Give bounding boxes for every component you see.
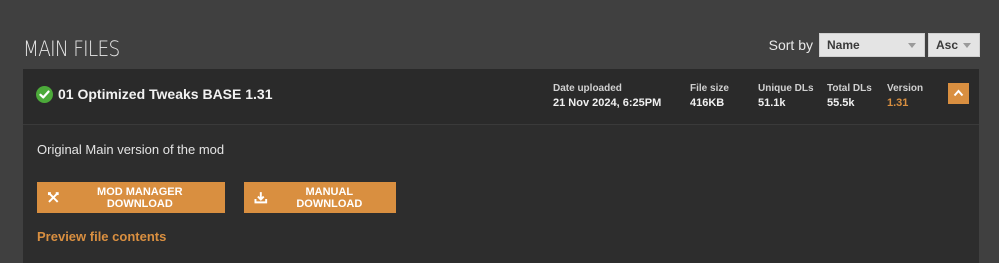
chevron-up-icon [953,89,964,97]
stat-unique-dls: Unique DLs 51.1k [758,83,814,109]
manual-download-button[interactable]: MANUAL DOWNLOAD [244,182,396,213]
sort-label: Sort by [768,37,813,53]
sort-field-value: Name [827,38,860,52]
stat-label: Unique DLs [758,83,814,94]
caret-down-icon [963,43,971,48]
download-icon [254,192,268,204]
stat-total-dls: Total DLs 55.5k [827,83,872,109]
stat-date-uploaded: Date uploaded 21 Nov 2024, 6:25PM [553,83,661,109]
file-card: 01 Optimized Tweaks BASE 1.31 Date uploa… [23,69,979,263]
sort-field-select[interactable]: Name [819,33,925,57]
manual-download-label: MANUAL DOWNLOAD [296,185,363,210]
tools-icon [47,192,59,203]
stat-file-size: File size 416KB [690,83,729,109]
stat-version: Version 1.31 [887,83,923,109]
mod-manager-download-button[interactable]: MOD MANAGER DOWNLOAD [37,182,225,213]
file-description: Original Main version of the mod [37,142,225,157]
stat-value: 1.31 [887,97,909,109]
stat-label: Total DLs [827,83,872,94]
caret-down-icon [908,43,916,48]
collapse-button[interactable] [948,83,969,104]
stat-label: Date uploaded [553,83,622,94]
stat-value: 51.1k [758,97,786,109]
stat-label: Version [887,83,924,94]
main-files-page: MAIN FILES Sort by Name Asc 01 Optimized… [0,0,999,263]
stat-value: 416KB [690,97,725,109]
file-card-header[interactable]: 01 Optimized Tweaks BASE 1.31 Date uploa… [23,69,979,125]
sort-order-select[interactable]: Asc [928,33,980,57]
stat-value: 55.5k [827,97,855,109]
preview-file-contents-link[interactable]: Preview file contents [37,229,166,244]
stat-label: File size [690,83,729,94]
file-title: 01 Optimized Tweaks BASE 1.31 [58,86,273,102]
section-title: MAIN FILES [23,37,120,61]
check-circle-icon [36,86,53,103]
sort-order-value: Asc [936,38,959,52]
stat-value: 21 Nov 2024, 6:25PM [553,97,662,109]
mod-manager-download-label: MOD MANAGER DOWNLOAD [97,185,183,210]
sort-bar: Sort by Name Asc [769,33,980,57]
